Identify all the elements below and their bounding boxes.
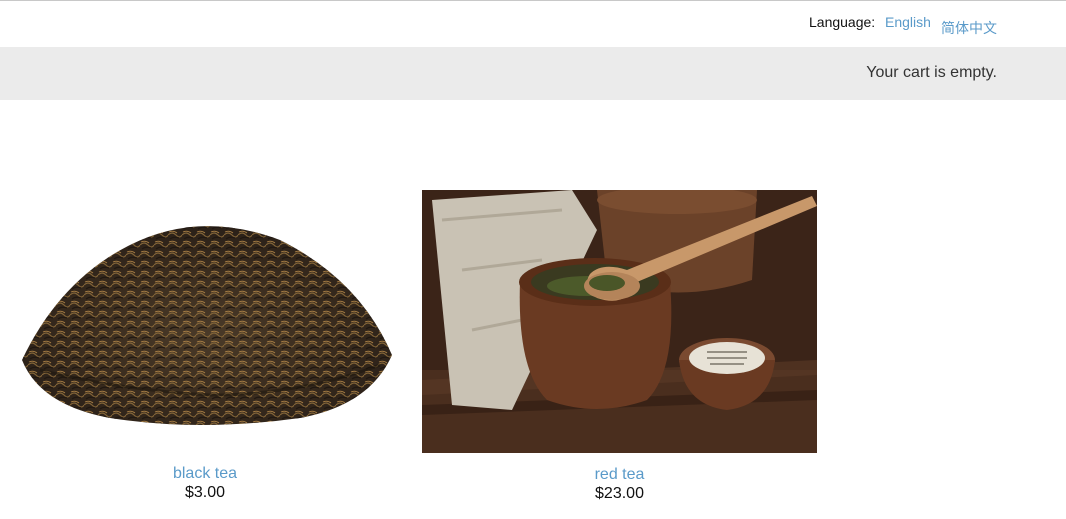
- product-card-black-tea: black tea $3.00: [0, 190, 410, 502]
- language-chinese-link[interactable]: 简体中文: [941, 18, 997, 38]
- cart-bar: Your cart is empty.: [0, 47, 1066, 100]
- product-image-red-tea[interactable]: [422, 190, 817, 453]
- product-image-black-tea[interactable]: [0, 190, 410, 453]
- language-bar: Language: English 简体中文: [0, 1, 1066, 47]
- cart-status: Your cart is empty.: [866, 64, 997, 81]
- language-english-link[interactable]: English: [885, 14, 931, 30]
- red-tea-jar-image: [422, 190, 817, 453]
- product-name-black-tea[interactable]: black tea: [0, 464, 410, 483]
- product-name-red-tea[interactable]: red tea: [422, 465, 817, 484]
- black-tea-leaves-image: [22, 226, 392, 425]
- product-price-black-tea: $3.00: [184, 484, 226, 501]
- language-label: Language:: [809, 14, 876, 30]
- product-price-red-tea: $23.00: [595, 485, 644, 502]
- product-card-red-tea: red tea $23.00: [422, 190, 817, 503]
